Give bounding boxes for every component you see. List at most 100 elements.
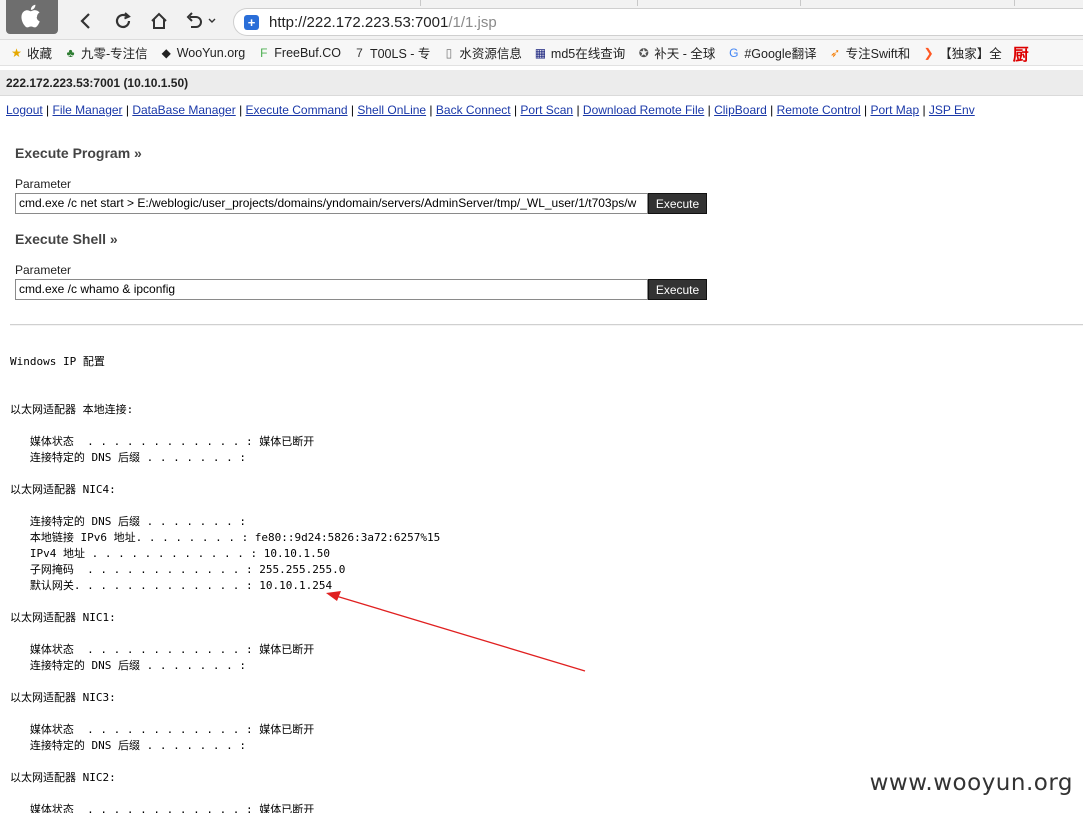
execute-shell-title: Execute Shell » bbox=[15, 231, 118, 247]
browser-toolbar: + http://222.172.223.53:7001/1/1.jsp bbox=[0, 0, 1083, 40]
bookmark-label: 九零-专注信 bbox=[81, 47, 148, 61]
bookmark-item[interactable]: 7 T00LS - 专 bbox=[352, 43, 430, 62]
menu-separator: | bbox=[919, 103, 929, 117]
execute-program-button[interactable]: Execute bbox=[648, 193, 707, 214]
url-text[interactable]: http://222.172.223.53:7001/1/1.jsp bbox=[269, 14, 497, 31]
bookmark-item[interactable]: ✪ 补天 - 全球 bbox=[636, 43, 716, 62]
bookmark-label: 收藏 bbox=[27, 47, 53, 61]
menu-link-logout[interactable]: Logout bbox=[6, 103, 43, 117]
output-line: Windows IP 配置 bbox=[10, 355, 105, 368]
grid-icon: ▦ bbox=[534, 45, 547, 60]
output-line: 以太网适配器 NIC4: bbox=[10, 483, 116, 496]
execute-shell-button[interactable]: Execute bbox=[648, 279, 707, 300]
swift-icon: ➶ bbox=[830, 45, 841, 60]
bookmark-item[interactable]: •厨 bbox=[1013, 41, 1029, 65]
tab-strip bbox=[420, 0, 1083, 6]
bookmark-label: 专注Swift和 bbox=[845, 47, 911, 61]
output-line: 连接特定的 DNS 后缀 . . . . . . . : bbox=[10, 515, 246, 528]
output-line: 连接特定的 DNS 后缀 . . . . . . . : bbox=[10, 659, 246, 672]
menu-link-file-manager[interactable]: File Manager bbox=[53, 103, 123, 117]
bookmark-label: 补天 - 全球 bbox=[654, 47, 716, 61]
back-arrow-icon bbox=[80, 13, 90, 29]
menu-link-clipboard[interactable]: ClipBoard bbox=[714, 103, 767, 117]
menu-link-database-manager[interactable]: DataBase Manager bbox=[132, 103, 235, 117]
apple-logo-icon bbox=[21, 4, 40, 28]
bookmark-item[interactable]: ❯ 【独家】全 bbox=[921, 43, 1002, 62]
menu-separator: | bbox=[573, 103, 583, 117]
menu-link-jsp-env[interactable]: JSP Env bbox=[929, 103, 975, 117]
bookmark-item[interactable]: ◆ WooYun.org bbox=[159, 45, 246, 60]
wooyun-icon: ◆ bbox=[161, 45, 171, 60]
bookmark-item[interactable]: F FreeBuf.CO bbox=[256, 45, 341, 60]
output-line: 媒体状态 . . . . . . . . . . . . : 媒体已断开 bbox=[10, 435, 315, 448]
menu-separator: | bbox=[860, 103, 871, 117]
url-host: http://222.172.223.53:7001 bbox=[269, 13, 449, 31]
menu-link-back-connect[interactable]: Back Connect bbox=[436, 103, 511, 117]
annotation-arrow bbox=[326, 591, 586, 672]
output-line: 子网掩码 . . . . . . . . . . . . : 255.255.2… bbox=[10, 563, 346, 576]
home-button[interactable] bbox=[147, 9, 171, 33]
bookmark-item[interactable]: ▯ 水资源信息 bbox=[441, 43, 522, 62]
menu-link-port-scan[interactable]: Port Scan bbox=[520, 103, 573, 117]
menu-separator: | bbox=[347, 103, 358, 117]
home-icon bbox=[151, 12, 167, 29]
bookmark-item[interactable]: G #Google翻译 bbox=[726, 43, 816, 62]
address-bar[interactable]: + http://222.172.223.53:7001/1/1.jsp bbox=[233, 8, 1083, 36]
host-info: 222.172.223.53:7001 (10.10.1.50) bbox=[6, 75, 189, 90]
url-path: /1/1.jsp bbox=[448, 13, 497, 31]
undo-close-tab-button[interactable] bbox=[183, 9, 217, 33]
globe-icon: ✪ bbox=[638, 45, 649, 60]
bookmark-item[interactable]: ♣ 九零-专注信 bbox=[63, 43, 148, 62]
execute-shell-input[interactable]: cmd.exe /c whamo & ipconfig bbox=[15, 279, 648, 300]
output-line: 以太网适配器 NIC3: bbox=[10, 691, 116, 704]
apple-logo-tile[interactable] bbox=[6, 0, 58, 34]
bookmark-label: WooYun.org bbox=[176, 45, 246, 60]
output-line: 默认网关. . . . . . . . . . . . . : 10.10.1.… bbox=[10, 579, 333, 592]
reload-button[interactable] bbox=[111, 9, 135, 33]
bookmark-item[interactable]: ▦ md5在线查询 bbox=[533, 43, 626, 62]
tools-icon: 7 bbox=[356, 45, 363, 60]
bookmark-label: 【独家】全 bbox=[939, 47, 1002, 61]
undo-icon bbox=[186, 12, 202, 28]
output-line: 连接特定的 DNS 后缀 . . . . . . . : bbox=[10, 739, 246, 752]
star-icon: ★ bbox=[11, 45, 22, 60]
menu-link-port-map[interactable]: Port Map bbox=[870, 103, 919, 117]
menu-separator: | bbox=[426, 103, 436, 117]
menu-link-download-remote-file[interactable]: Download Remote File bbox=[583, 103, 704, 117]
execute-program-input[interactable]: cmd.exe /c net start > E:/weblogic/user_… bbox=[15, 193, 648, 214]
bookmarks-bar: ★ 收藏 ♣ 九零-专注信 ◆ WooYun.org F FreeBuf.CO 7 T00LS -… bbox=[0, 40, 1083, 66]
menu-separator: | bbox=[235, 103, 246, 117]
bookmark-label: 水资源信息 bbox=[459, 47, 522, 61]
reload-icon bbox=[115, 12, 131, 29]
shell-menu: Logout | File Manager | DataBase Manager… bbox=[6, 103, 975, 117]
menu-link-execute-command[interactable]: Execute Command bbox=[246, 103, 348, 117]
execute-program-title: Execute Program » bbox=[15, 145, 142, 161]
back-button[interactable] bbox=[76, 9, 96, 33]
menu-link-remote-control[interactable]: Remote Control bbox=[777, 103, 861, 117]
output-line: 以太网适配器 NIC1: bbox=[10, 611, 116, 624]
menu-link-shell-online[interactable]: Shell OnLine bbox=[357, 103, 426, 117]
bookmark-label: #Google翻译 bbox=[744, 47, 817, 61]
bookmark-label: md5在线查询 bbox=[550, 47, 626, 61]
translate-icon: G bbox=[729, 45, 739, 60]
execute-shell-param-label: Parameter bbox=[15, 263, 72, 277]
output-line: 以太网适配器 本地连接: bbox=[10, 403, 134, 416]
divider bbox=[10, 324, 1083, 326]
bookmark-label: FreeBuf.CO bbox=[274, 45, 341, 60]
output-line: 本地链接 IPv6 地址. . . . . . . . : fe80::9d24… bbox=[10, 531, 441, 544]
output-line: 媒体状态 . . . . . . . . . . . . : 媒体已断开 bbox=[10, 643, 315, 656]
menu-separator: | bbox=[510, 103, 521, 117]
exclusive-icon: ❯ bbox=[923, 45, 934, 60]
watermark: www.wooyun.org bbox=[869, 770, 1073, 796]
execute-program-param-label: Parameter bbox=[15, 177, 72, 191]
host-info-bar: 222.172.223.53:7001 (10.10.1.50) bbox=[0, 70, 1083, 96]
menu-separator: | bbox=[704, 103, 715, 117]
page-icon: ▯ bbox=[445, 45, 453, 60]
output-line: 媒体状态 . . . . . . . . . . . . : 媒体已断开 bbox=[10, 723, 315, 736]
output-line: IPv4 地址 . . . . . . . . . . . . : 10.10.… bbox=[10, 547, 331, 560]
bookmark-item[interactable]: ➶ 专注Swift和 bbox=[828, 43, 911, 62]
freebuf-icon: F bbox=[260, 45, 268, 60]
bookmark-item[interactable]: ★ 收藏 bbox=[9, 43, 52, 62]
output-line: 连接特定的 DNS 后缀 . . . . . . . : bbox=[10, 451, 246, 464]
bookmark-label: T00LS - 专 bbox=[369, 47, 431, 61]
